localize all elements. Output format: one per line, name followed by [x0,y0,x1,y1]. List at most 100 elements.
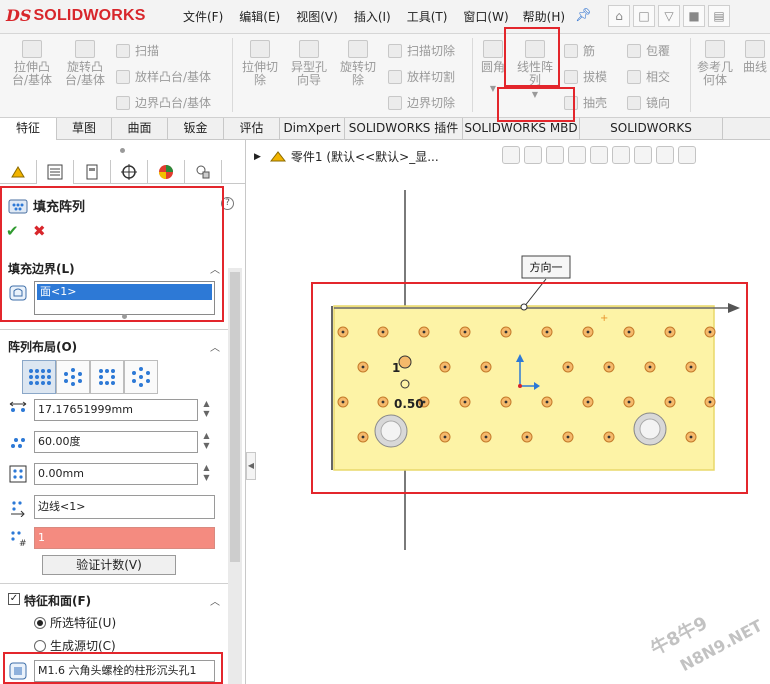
boundary-cut-button[interactable]: 边界切除 [388,94,455,111]
direction-arrow-icon[interactable] [728,303,740,313]
display-manager-tab[interactable] [148,160,185,184]
collapse-chevron-icon[interactable]: ︿ [210,593,220,608]
margin-input[interactable]: 0.00mm [34,463,198,485]
home-icon[interactable]: ⌂ [608,5,630,27]
layout-polygon-button[interactable] [124,360,158,394]
sweep-button[interactable]: 扫描 [116,42,159,59]
mirror-button[interactable]: 镜向 [627,94,670,111]
selected-features-radio[interactable]: 所选特征(U) [34,614,116,631]
linear-pattern-dropdown-icon[interactable]: ▼ [512,88,558,101]
cancel-x-icon[interactable]: ✖ [33,222,46,240]
menu-insert[interactable]: 插入(I) [354,8,391,25]
boundary-boss-button[interactable]: 边界凸台/基体 [116,94,211,111]
counterbore-hole-left[interactable] [374,414,408,448]
pattern-layout-header[interactable]: 阵列布局(O) [8,338,77,355]
intersect-button[interactable]: 相交 [627,68,670,85]
ok-checkmark-icon[interactable]: ✔ [6,222,19,240]
panel-splitter-handle[interactable] [120,148,125,153]
scrollbar-thumb[interactable] [230,272,240,562]
curves-button[interactable]: 曲线 [740,40,770,74]
features-to-pattern-box[interactable]: M1.6 六角头螺栓的柱形沉头孔1 [34,660,215,682]
tab-solidworks-inspection[interactable]: SOLIDWORKS Inspection [580,118,723,156]
shell-icon [564,95,578,110]
pin-icon[interactable]: 📌︎ [575,8,592,23]
verify-count-button[interactable]: 验证计数(V) [42,555,176,575]
spacing-input[interactable]: 17.17651999mm [34,399,198,421]
layout-perforation-button[interactable] [22,360,56,394]
menu-view[interactable]: 视图(V) [296,8,338,25]
menu-file[interactable]: 文件(F) [183,8,223,25]
help-icon[interactable]: ? [221,197,234,210]
tab-solidworks-mbd[interactable]: SOLIDWORKS MBD [463,118,580,140]
spacing-spinner[interactable]: ▲ ▼ [201,399,212,421]
revolve-cut-button[interactable]: 旋转切 除 [336,40,380,87]
tab-solidworks-addins[interactable]: SOLIDWORKS 插件 [345,118,463,140]
reference-geometry-icon [705,40,725,58]
create-seed-cut-radio[interactable]: 生成源切(C) [34,637,116,654]
sweep-cut-button[interactable]: 扫描切除 [388,42,455,59]
layout-circular-button[interactable] [56,360,90,394]
wrap-button[interactable]: 包覆 [627,42,670,59]
dimension-label[interactable]: 0.50 [394,397,424,411]
open-folder-icon[interactable]: ▽ [658,5,680,27]
menu-window[interactable]: 窗口(W) [463,8,508,25]
instance-count-field: 1 [34,527,215,549]
tab-surfaces[interactable]: 曲面 [112,118,168,140]
revolve-boss-button[interactable]: 旋转凸 台/基体 [62,40,108,87]
configuration-manager-tab[interactable] [74,160,111,184]
draft-button[interactable]: 拔模 [564,68,607,85]
new-document-icon[interactable]: □ [633,5,655,27]
fill-pattern-icon [8,199,28,213]
dimxpert-manager-tab[interactable] [111,160,148,184]
tab-sketch[interactable]: 草图 [57,118,112,140]
margin-spinner[interactable]: ▲ ▼ [201,463,212,485]
fill-boundary-selection-box[interactable]: 面<1> [34,281,215,315]
fillet-button[interactable]: 圆角 ▼ [476,40,510,95]
list-resize-handle[interactable] [122,314,127,319]
loft-boss-button[interactable]: 放样凸台/基体 [116,68,211,85]
collapse-chevron-icon[interactable]: ︿ [210,339,220,354]
menu-help[interactable]: 帮助(H) [523,8,565,25]
draft-label: 拔模 [583,70,608,84]
save-icon[interactable]: ■ [683,5,705,27]
sweep-label: 扫描 [135,44,160,58]
feature-manager-tab[interactable] [0,160,37,184]
extrude-cut-button[interactable]: 拉伸切 除 [238,40,282,87]
counterbore-hole-right[interactable] [633,412,667,446]
sweep-cut-label: 扫描切除 [407,44,456,58]
menu-tools[interactable]: 工具(T) [407,8,448,25]
linear-pattern-label: 线性阵 列 [516,60,553,87]
graphics-area[interactable]: ▶ 零件1 (默认<<默认>_显... ◀ 方向一 + 1 0.50 [246,140,770,684]
tab-features[interactable]: 特征 [0,118,57,140]
features-faces-checkbox[interactable]: ✓ [8,593,20,605]
ribbon-divider [472,38,473,112]
stagger-angle-input[interactable]: 60.00度 [34,431,198,453]
fill-boundary-header[interactable]: 填充边界(L) [8,260,75,277]
tab-sheet-metal[interactable]: 钣金 [168,118,224,140]
tab-dimxpert[interactable]: DimXpert [280,118,345,140]
print-icon[interactable]: ▤ [708,5,730,27]
features-faces-header[interactable]: 特征和面(F) [24,592,91,609]
selected-face-item[interactable]: 面<1> [37,284,212,300]
pattern-direction-box[interactable]: 边线<1> [34,495,215,519]
loft-cut-button[interactable]: 放样切割 [388,68,455,85]
appearance-sphere-icon [159,165,173,179]
hole-wizard-button[interactable]: 异型孔 向导 [287,40,331,87]
fillet-dropdown-icon[interactable]: ▼ [476,82,510,95]
layout-square-button[interactable] [90,360,124,394]
reference-geometry-button[interactable]: 参考几 何体 [694,40,736,87]
linear-pattern-icon [525,40,545,58]
cam-manager-tab[interactable] [185,160,222,184]
solidworks-logo[interactable]: DS SOLIDWORKS [6,6,146,25]
rib-button[interactable]: 筋 [564,42,595,59]
collapse-chevron-icon[interactable]: ︿ [210,261,220,276]
property-manager-tab[interactable] [37,160,74,184]
extrude-boss-button[interactable]: 拉伸凸 台/基体 [10,40,54,87]
linear-pattern-button[interactable]: 线性阵 列 ▼ [512,40,558,101]
angle-spinner[interactable]: ▲ ▼ [201,431,212,453]
shell-button[interactable]: 抽壳 [564,94,607,111]
menu-edit[interactable]: 编辑(E) [239,8,280,25]
tab-evaluate[interactable]: 评估 [224,118,280,140]
panel-scrollbar[interactable] [228,268,242,684]
mirror-label: 镜向 [646,96,671,110]
